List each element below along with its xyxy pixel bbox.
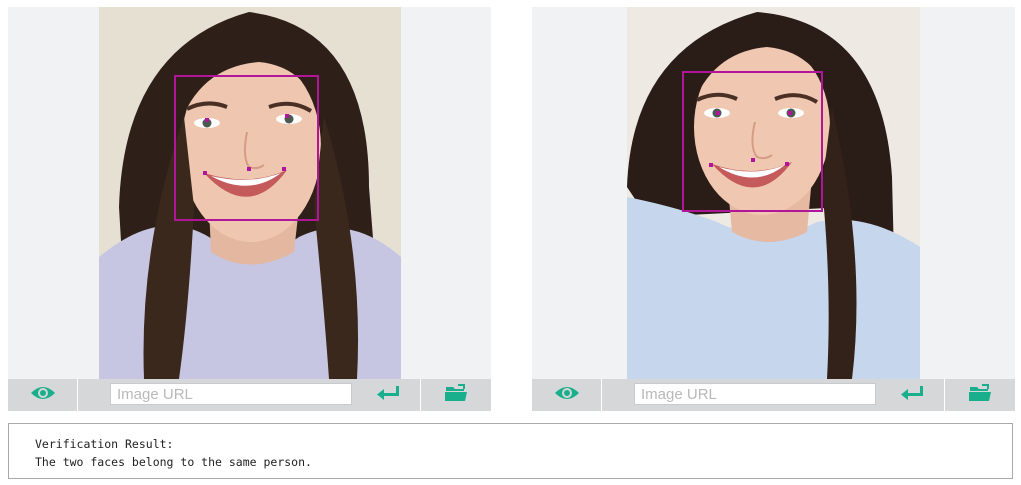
view-button[interactable] <box>532 379 601 411</box>
image-toolbar-left <box>8 379 491 411</box>
face-landmark-point <box>282 167 286 171</box>
enter-icon <box>376 385 400 406</box>
open-file-button[interactable] <box>421 379 491 411</box>
face-landmark-point <box>205 118 209 122</box>
face-landmark-point <box>788 111 792 115</box>
image-url-input[interactable] <box>634 383 876 405</box>
image-url-input[interactable] <box>110 383 352 405</box>
verification-result-box: Verification Result: The two faces belon… <box>8 423 1013 479</box>
open-file-button[interactable] <box>945 379 1015 411</box>
folder-icon <box>444 383 468 407</box>
image-toolbar-right <box>532 379 1015 411</box>
view-button[interactable] <box>8 379 77 411</box>
face-landmark-point <box>785 162 789 166</box>
face-landmark-point <box>247 167 251 171</box>
eye-icon <box>554 385 580 406</box>
face-panel-left <box>8 7 491 411</box>
toolbar-divider <box>77 379 78 411</box>
face-landmark-point <box>285 114 289 118</box>
face-landmark-point <box>716 111 720 115</box>
image-area-right <box>532 7 1015 379</box>
result-heading: Verification Result: <box>35 437 174 451</box>
face-landmark-point <box>751 158 755 162</box>
folder-icon <box>968 383 992 407</box>
submit-url-button[interactable] <box>355 379 420 411</box>
image-area-left <box>8 7 491 379</box>
face-detection-box <box>174 75 319 221</box>
enter-icon <box>900 385 924 406</box>
eye-icon <box>30 385 56 406</box>
face-landmark-point <box>709 163 713 167</box>
toolbar-divider <box>601 379 602 411</box>
face-panel-right <box>532 7 1015 411</box>
face-landmark-point <box>203 171 207 175</box>
face-detection-box <box>682 71 823 212</box>
submit-url-button[interactable] <box>879 379 944 411</box>
result-message: The two faces belong to the same person. <box>35 455 312 469</box>
